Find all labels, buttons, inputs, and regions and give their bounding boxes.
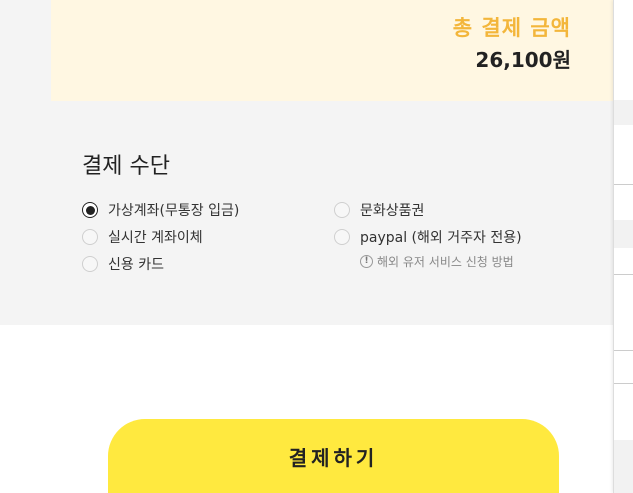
radio-culture-giftcard[interactable] — [334, 202, 350, 218]
total-summary-box: 총 결제 금액 26,100원 — [51, 0, 613, 101]
side-panel-divider — [614, 383, 633, 384]
option-culture-giftcard[interactable]: 문화상품권 — [334, 200, 424, 220]
info-icon: ! — [360, 255, 373, 268]
side-panel — [613, 0, 633, 493]
radio-paypal[interactable] — [334, 229, 350, 245]
option-realtime-transfer[interactable]: 실시간 계좌이체 — [82, 227, 203, 247]
side-panel-divider — [614, 184, 633, 185]
side-panel-block — [614, 220, 633, 248]
option-culture-giftcard-label: 문화상품권 — [360, 203, 425, 219]
option-realtime-transfer-label: 실시간 계좌이체 — [108, 230, 203, 246]
radio-realtime-transfer[interactable] — [82, 229, 98, 245]
side-panel-block — [614, 440, 633, 493]
option-paypal-label: paypal (해외 거주자 전용) — [360, 230, 522, 246]
side-panel-block — [614, 100, 633, 125]
side-panel-divider — [614, 274, 633, 275]
total-amount-value: 26,100원 — [475, 48, 571, 72]
overseas-service-link[interactable]: ! 해외 유저 서비스 신청 방법 — [360, 253, 514, 270]
side-panel-divider — [614, 350, 633, 351]
pay-button[interactable]: 결제하기 — [108, 419, 559, 493]
total-amount-label: 총 결제 금액 — [452, 16, 571, 40]
option-virtual-account-label: 가상계좌(무통장 입금) — [108, 203, 240, 219]
radio-virtual-account[interactable] — [82, 202, 98, 218]
option-paypal[interactable]: paypal (해외 거주자 전용) — [334, 227, 522, 247]
option-virtual-account[interactable]: 가상계좌(무통장 입금) — [82, 200, 239, 220]
radio-credit-card[interactable] — [82, 256, 98, 272]
overseas-service-label: 해외 유저 서비스 신청 방법 — [377, 255, 514, 269]
option-credit-card-label: 신용 카드 — [108, 257, 164, 273]
payment-method-title: 결제 수단 — [82, 154, 170, 179]
option-credit-card[interactable]: 신용 카드 — [82, 254, 164, 274]
